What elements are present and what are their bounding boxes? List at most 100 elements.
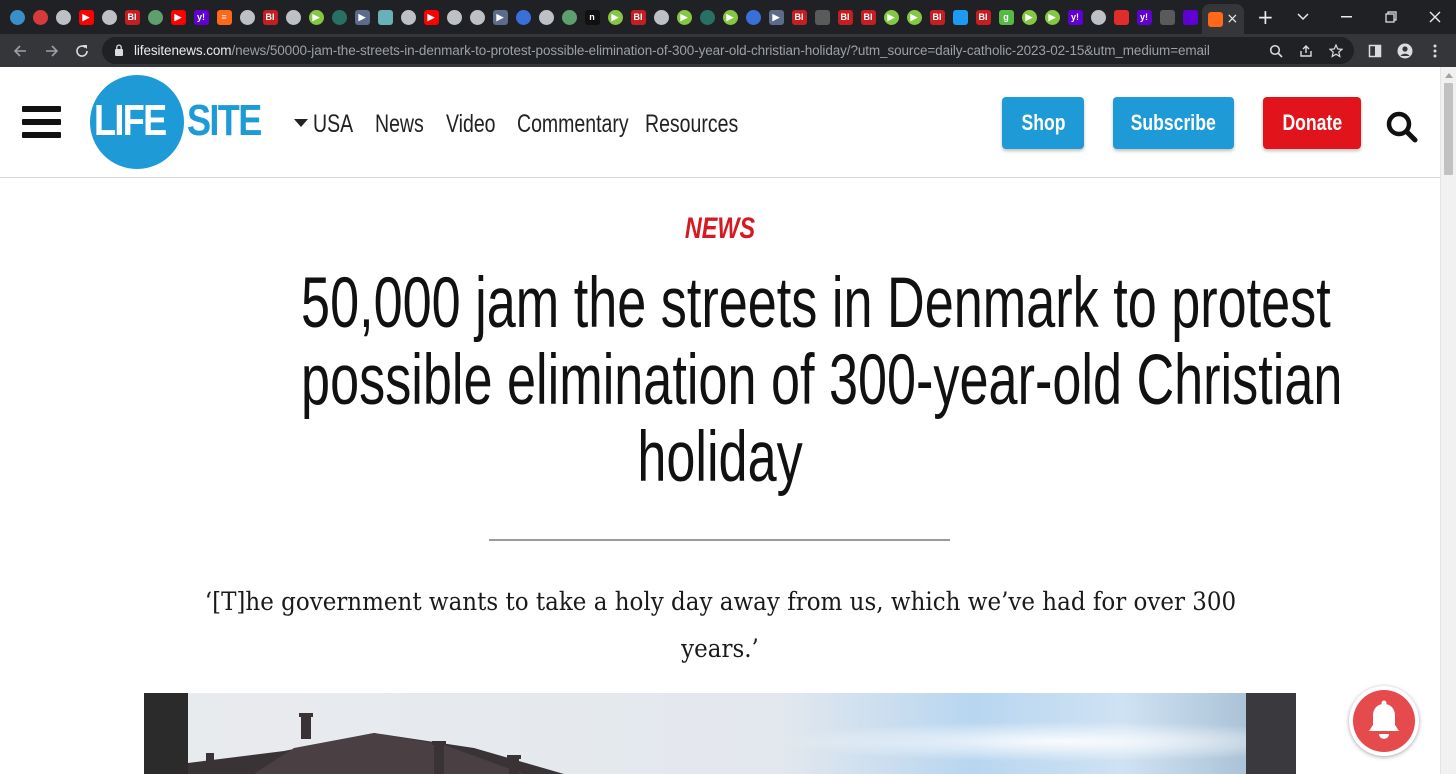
chrome-page-icon (239, 9, 255, 25)
back-arrow-icon[interactable] (6, 34, 34, 67)
soccer-icon (32, 9, 48, 25)
browser-tab[interactable] (650, 6, 672, 28)
yahoo-mail-icon (1182, 9, 1198, 25)
lifesite-logo[interactable]: LIFE SITE (90, 75, 275, 169)
browser-tab[interactable]: BI (834, 6, 856, 28)
bi-icon: BI (929, 9, 945, 25)
browser-tab[interactable]: BI (972, 6, 994, 28)
browser-tab[interactable] (236, 6, 258, 28)
nav-item-video[interactable]: Video (446, 109, 496, 139)
browser-tab[interactable] (949, 6, 971, 28)
restore-icon[interactable] (1378, 0, 1404, 34)
browser-tab[interactable]: ▶ (765, 6, 787, 28)
browser-tab[interactable]: ≡ (213, 6, 235, 28)
chrome-page-icon (285, 9, 301, 25)
region-dropdown-caret-icon[interactable] (294, 119, 308, 127)
scroll-up-arrow-icon[interactable] (1445, 73, 1453, 78)
browser-tab[interactable] (558, 6, 580, 28)
browser-tab-active[interactable]: × (1202, 4, 1244, 34)
browser-tab[interactable] (742, 6, 764, 28)
play-icon: ▶ (354, 9, 370, 25)
nav-item-commentary[interactable]: Commentary (517, 109, 629, 139)
zoom-icon[interactable] (1266, 41, 1286, 61)
share-icon[interactable] (1296, 41, 1316, 61)
tab-search-icon[interactable] (1290, 0, 1316, 34)
browser-tab[interactable]: BI (121, 6, 143, 28)
browser-tab[interactable]: ▶ (305, 6, 327, 28)
browser-tab[interactable]: BI (857, 6, 879, 28)
reload-icon[interactable] (68, 34, 96, 67)
browser-tab[interactable]: n (581, 6, 603, 28)
nav-item-news[interactable]: News (375, 109, 424, 139)
profile-avatar-icon[interactable] (1394, 40, 1416, 62)
hamburger-menu-icon[interactable] (22, 106, 61, 139)
browser-tab[interactable] (1179, 6, 1201, 28)
search-icon[interactable] (1384, 109, 1420, 145)
browser-tab[interactable]: ▶ (75, 6, 97, 28)
browser-tab[interactable] (6, 6, 28, 28)
browser-tab[interactable]: ▶ (673, 6, 695, 28)
browser-tab[interactable] (397, 6, 419, 28)
browser-tab[interactable]: y! (1064, 6, 1086, 28)
browser-tab[interactable] (512, 6, 534, 28)
browser-tab[interactable] (811, 6, 833, 28)
browser-tab[interactable] (535, 6, 557, 28)
bi-icon: BI (630, 9, 646, 25)
subscribe-button[interactable]: Subscribe (1113, 97, 1234, 149)
browser-tab[interactable]: y! (1133, 6, 1155, 28)
notification-bell-button[interactable] (1349, 686, 1419, 756)
address-bar[interactable]: lifesitenews.com/news/50000-jam-the-stre… (102, 37, 1354, 64)
browser-tab[interactable]: ▶ (903, 6, 925, 28)
close-window-icon[interactable] (1422, 0, 1448, 34)
browser-tab[interactable] (98, 6, 120, 28)
nav-item-resources[interactable]: Resources (645, 109, 738, 139)
browser-tab[interactable] (282, 6, 304, 28)
minimize-icon[interactable] (1334, 0, 1360, 34)
browser-tab[interactable] (466, 6, 488, 28)
browser-tab[interactable]: ▶ (489, 6, 511, 28)
browser-tab[interactable]: ▶ (1041, 6, 1063, 28)
yahoo-icon: y! (193, 9, 209, 25)
forward-arrow-icon[interactable] (38, 34, 66, 67)
shop-button[interactable]: Shop (1002, 97, 1084, 149)
tab-close-icon[interactable]: × (1226, 11, 1238, 27)
globe-icon (561, 9, 577, 25)
browser-tab[interactable]: ▶ (351, 6, 373, 28)
browser-tab[interactable] (52, 6, 74, 28)
scrollbar-thumb[interactable] (1444, 83, 1453, 175)
article-hero-image[interactable] (144, 693, 1296, 774)
browser-tab[interactable]: ▶ (719, 6, 741, 28)
page-scrollbar[interactable] (1440, 67, 1456, 774)
browser-tab[interactable]: y! (190, 6, 212, 28)
browser-tab[interactable]: ▶ (1018, 6, 1040, 28)
browser-tab[interactable] (328, 6, 350, 28)
browser-tab[interactable] (1156, 6, 1178, 28)
browser-tab[interactable]: BI (259, 6, 281, 28)
twitter-icon (952, 9, 968, 25)
browser-tab[interactable]: ▶ (167, 6, 189, 28)
bookmark-star-icon[interactable] (1326, 41, 1346, 61)
browser-tab[interactable] (443, 6, 465, 28)
chrome-page-icon (469, 9, 485, 25)
browser-tab[interactable]: BI (627, 6, 649, 28)
browser-tab[interactable] (29, 6, 51, 28)
browser-tab[interactable]: ▶ (604, 6, 626, 28)
browser-tab[interactable] (1110, 6, 1132, 28)
rumble-icon: ▶ (1021, 9, 1037, 25)
browser-tab[interactable]: g (995, 6, 1017, 28)
browser-tab[interactable] (1087, 6, 1109, 28)
kebab-menu-icon[interactable] (1424, 40, 1446, 62)
donate-button[interactable]: Donate (1263, 97, 1361, 149)
side-panel-icon[interactable] (1364, 40, 1386, 62)
browser-tab[interactable] (144, 6, 166, 28)
article-category-kicker[interactable]: NEWS (620, 212, 820, 246)
browser-tab[interactable] (696, 6, 718, 28)
browser-tab[interactable]: BI (788, 6, 810, 28)
browser-tab[interactable]: ▶ (880, 6, 902, 28)
browser-tab[interactable]: ▶ (420, 6, 442, 28)
browser-tab[interactable] (374, 6, 396, 28)
browser-tab[interactable]: BI (926, 6, 948, 28)
nav-region-usa[interactable]: USA (313, 109, 353, 139)
new-tab-button[interactable]: + (1257, 5, 1274, 29)
tab-list: ▶ BI ▶ y! ≡ BI ▶ ▶ ▶ ▶ n ▶ BI ▶ ▶ ▶ BI BI BI ▶ ▶ BI BI g ▶ ▶ y! y! ×… (6, 4, 1274, 34)
